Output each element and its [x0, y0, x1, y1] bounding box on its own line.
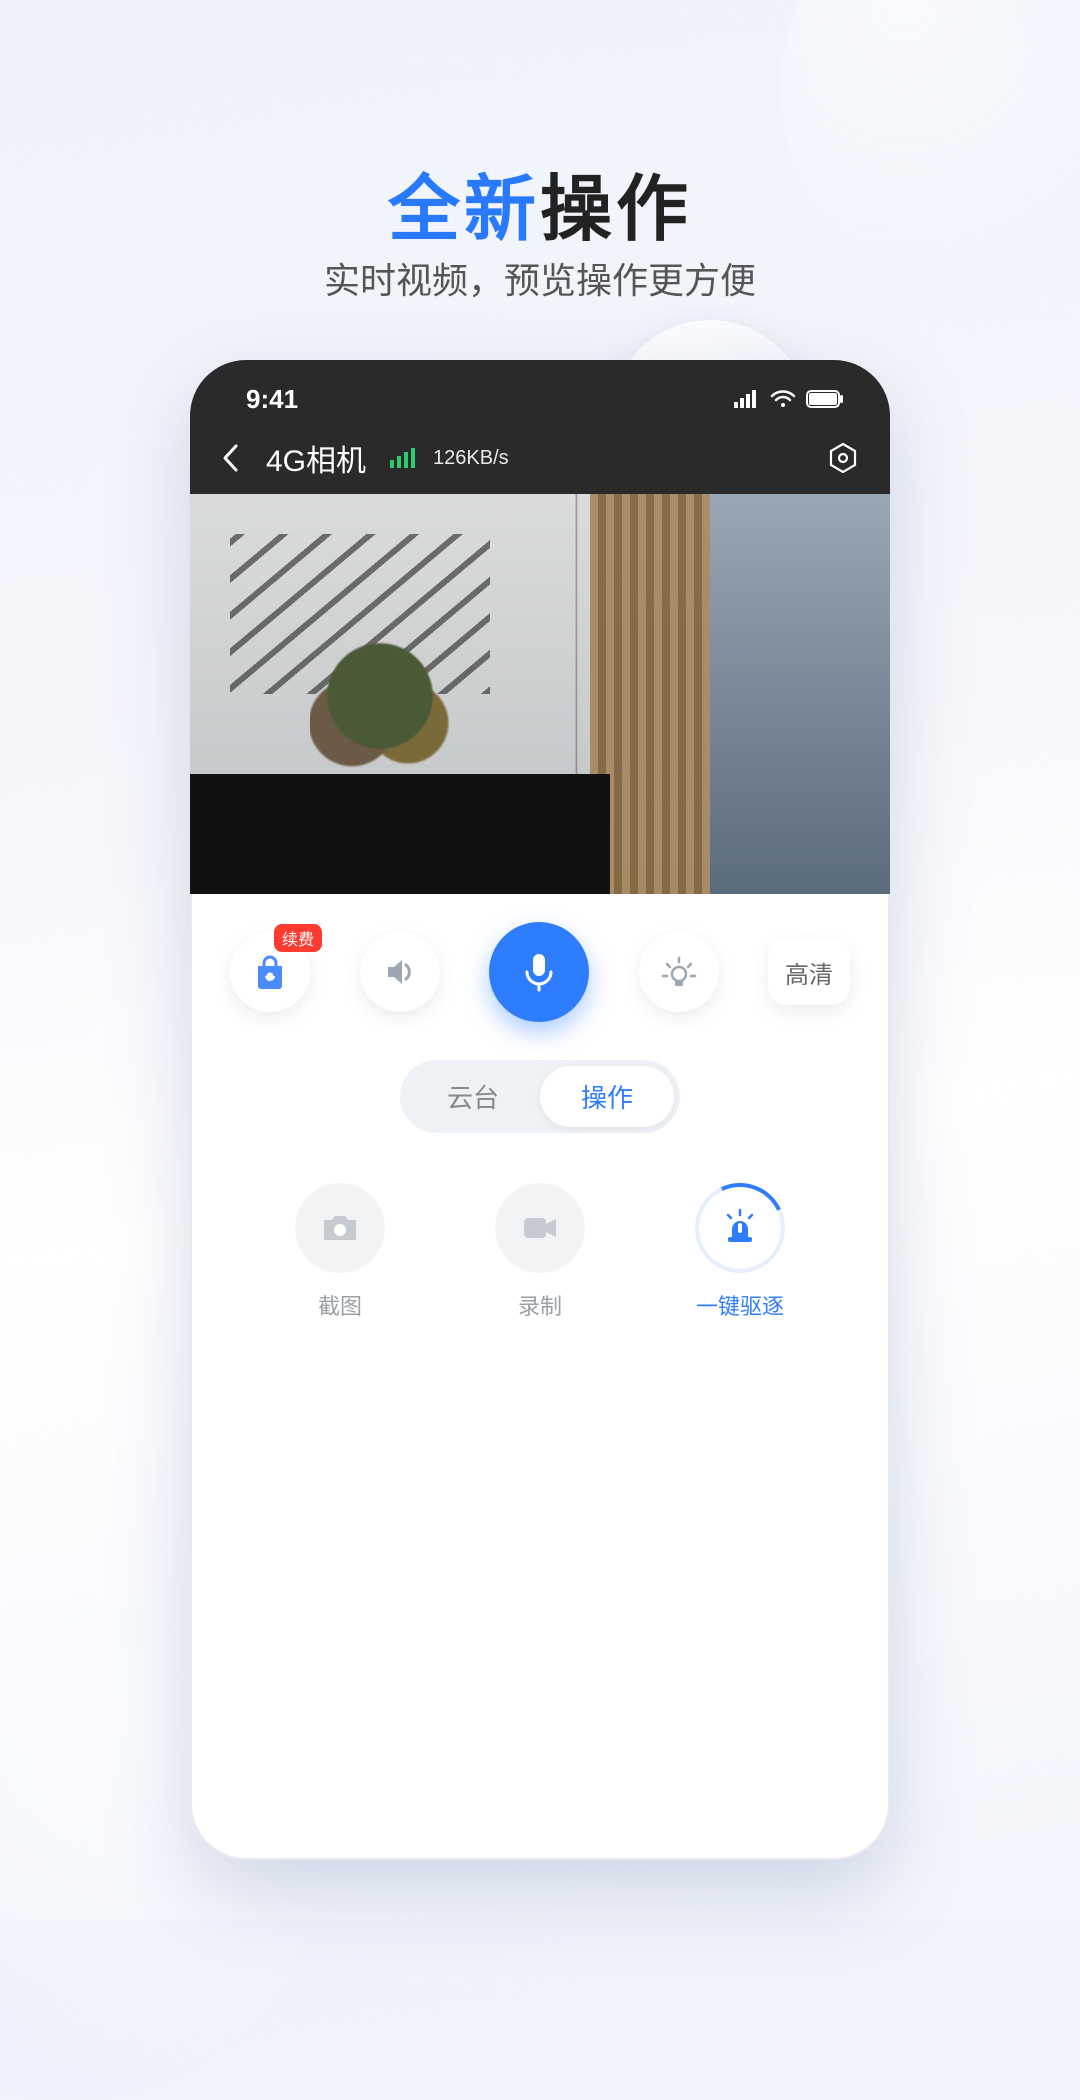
live-video[interactable]: [190, 494, 890, 894]
camera-header: 9:41 4G相机 126KB/s: [190, 360, 890, 894]
speaker-button[interactable]: [360, 932, 440, 1012]
video-icon: [518, 1206, 562, 1250]
alarm-action[interactable]: 一键驱逐: [695, 1183, 785, 1321]
screenshot-label: 截图: [295, 1289, 385, 1321]
quick-actions: 续费 高清: [190, 894, 890, 1042]
shopping-bag-icon: [250, 952, 290, 992]
tab-switch: 云台 操作: [400, 1060, 680, 1133]
signal-icon: [390, 448, 415, 468]
siren-icon: [719, 1207, 761, 1249]
screenshot-action[interactable]: 截图: [295, 1183, 385, 1321]
renew-badge: 续费: [274, 924, 322, 952]
lightbulb-icon: [657, 950, 701, 994]
promo-subline: 实时视频，预览操作更方便: [0, 252, 1080, 304]
status-time: 9:41: [246, 384, 298, 415]
alarm-label: 一键驱逐: [695, 1289, 785, 1321]
operations-grid: 截图 录制 一键驱逐: [190, 1133, 890, 1321]
app-bar: 4G相机 126KB/s: [190, 422, 890, 494]
quality-label: 高清: [785, 955, 833, 990]
speaker-icon: [380, 952, 420, 992]
settings-button[interactable]: [826, 441, 860, 475]
back-button[interactable]: [220, 443, 248, 473]
light-button[interactable]: [639, 932, 719, 1012]
tab-ptz[interactable]: 云台: [406, 1066, 540, 1127]
battery-icon: [806, 390, 844, 408]
promo-headline: 全新操作: [0, 150, 1080, 255]
camera-icon: [318, 1206, 362, 1250]
record-label: 录制: [495, 1289, 585, 1321]
promo-headline-accent: 全新: [388, 170, 540, 250]
talk-button[interactable]: [489, 922, 589, 1022]
tab-operations[interactable]: 操作: [540, 1066, 674, 1127]
cellular-icon: [734, 390, 760, 408]
store-button[interactable]: 续费: [230, 932, 310, 1012]
promo-headline-rest: 操作: [540, 170, 692, 250]
quality-button[interactable]: 高清: [768, 939, 850, 1005]
wifi-icon: [770, 389, 796, 409]
camera-title: 4G相机: [266, 436, 366, 480]
record-action[interactable]: 录制: [495, 1183, 585, 1321]
phone-frame: 9:41 4G相机 126KB/s: [190, 360, 890, 1860]
microphone-icon: [515, 948, 563, 996]
data-rate: 126KB/s: [433, 447, 509, 470]
status-bar: 9:41: [190, 376, 890, 422]
